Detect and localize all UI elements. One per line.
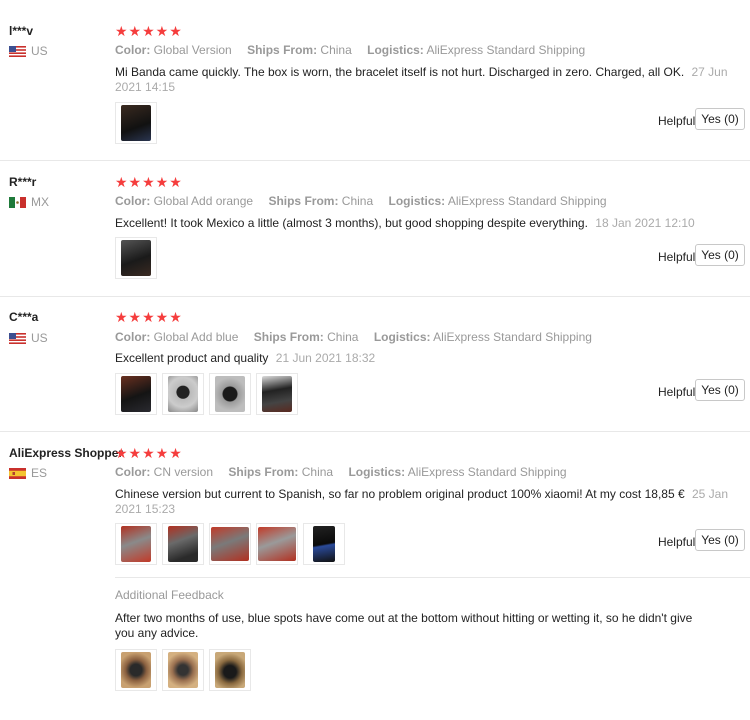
additional-feedback-text: After two months of use, blue spots have…	[115, 611, 695, 641]
ships-from-label: Ships From:	[268, 194, 339, 208]
country-code: US	[31, 44, 48, 58]
logistics-label: Logistics:	[367, 43, 424, 57]
review-photo[interactable]	[256, 523, 298, 565]
review-photo[interactable]	[209, 373, 251, 415]
review-date: 21 Jun 2021 18:32	[275, 351, 376, 365]
ships-from-label: Ships From:	[228, 465, 299, 479]
separator	[0, 160, 750, 161]
review-text: Mi Banda came quickly. The box is worn, …	[115, 65, 735, 95]
ships-from-value: China	[320, 43, 352, 57]
review-photo[interactable]	[256, 373, 298, 415]
review-photos	[115, 373, 298, 415]
reviewer-name: l***v	[9, 24, 34, 38]
review-date: 18 Jan 2021 12:10	[595, 216, 695, 230]
review-meta: Color: Global Add orange Ships From: Chi…	[115, 194, 607, 208]
review-photo[interactable]	[115, 649, 157, 691]
country-code: MX	[31, 195, 49, 209]
review-photos	[115, 237, 157, 279]
reviewer-name: C***a	[9, 310, 39, 324]
review-photo[interactable]	[209, 523, 251, 565]
country-code: US	[31, 331, 48, 345]
color-label: Color:	[115, 194, 151, 208]
review-photo[interactable]	[115, 237, 157, 279]
review-text: Chinese version but current to Spanish, …	[115, 487, 735, 517]
separator	[115, 577, 750, 578]
review-photo[interactable]	[162, 523, 204, 565]
logistics-value: AliExpress Standard Shipping	[447, 194, 607, 208]
ships-from-label: Ships From:	[253, 330, 324, 344]
us-flag-icon	[9, 45, 26, 57]
review-body: Mi Banda came quickly. The box is worn, …	[115, 65, 685, 79]
logistics-value: AliExpress Standard Shipping	[426, 43, 586, 57]
review-photo[interactable]	[162, 649, 204, 691]
review-meta: Color: Global Version Ships From: China …	[115, 43, 585, 57]
review-photo[interactable]	[115, 102, 157, 144]
ships-from-value: China	[327, 330, 359, 344]
ships-from-value: China	[301, 465, 334, 479]
color-value: Global Add orange	[153, 194, 254, 208]
review-text: Excellent product and quality 21 Jun 202…	[115, 351, 735, 366]
separator	[0, 431, 750, 432]
helpful-yes-button[interactable]: Yes (0)	[695, 108, 745, 130]
additional-feedback-photos	[115, 649, 251, 691]
logistics-label: Logistics:	[388, 194, 446, 208]
es-flag-icon	[9, 467, 26, 479]
logistics-label: Logistics:	[373, 330, 431, 344]
review-text: Excellent! It took Mexico a little (almo…	[115, 216, 735, 231]
star-rating: ★★★★★	[115, 23, 183, 39]
separator	[0, 296, 750, 297]
review-body: Excellent! It took Mexico a little (almo…	[115, 216, 588, 230]
logistics-value: AliExpress Standard Shipping	[433, 330, 592, 344]
color-value: Global Version	[153, 43, 232, 57]
reviewer-name: AliExpress Shopper	[9, 446, 124, 460]
review-photo[interactable]	[162, 373, 204, 415]
review-photo[interactable]	[209, 649, 251, 691]
review-body: Excellent product and quality	[115, 351, 269, 365]
review-meta: Color: CN version Ships From: China Logi…	[115, 465, 567, 479]
review-meta: Color: Global Add blue Ships From: China…	[115, 330, 592, 344]
color-value: CN version	[153, 465, 214, 479]
reviewer-country: US	[9, 331, 48, 345]
reviewer-country: ES	[9, 466, 47, 480]
ships-from-label: Ships From:	[247, 43, 318, 57]
logistics-value: AliExpress Standard Shipping	[407, 465, 567, 479]
reviewer-country: US	[9, 44, 48, 58]
helpful-yes-button[interactable]: Yes (0)	[695, 244, 745, 266]
country-code: ES	[31, 466, 48, 480]
helpful-yes-button[interactable]: Yes (0)	[695, 379, 745, 401]
ships-from-value: China	[341, 194, 374, 208]
star-rating: ★★★★★	[115, 309, 183, 325]
review-photo[interactable]	[115, 373, 157, 415]
review-photo[interactable]	[303, 523, 345, 565]
review-photo[interactable]	[115, 523, 157, 565]
reviewer-country: MX	[9, 195, 49, 209]
star-rating: ★★★★★	[115, 174, 183, 190]
star-rating: ★★★★★	[115, 445, 183, 461]
color-value: Global Add blue	[153, 330, 239, 344]
mx-flag-icon	[9, 196, 26, 208]
logistics-label: Logistics:	[348, 465, 406, 479]
color-label: Color:	[115, 330, 151, 344]
color-label: Color:	[115, 43, 151, 57]
color-label: Color:	[115, 465, 151, 479]
review-photos	[115, 523, 345, 565]
review-photos	[115, 102, 157, 144]
reviewer-name: R***r	[9, 175, 37, 189]
helpful-yes-button[interactable]: Yes (0)	[695, 529, 745, 551]
us-flag-icon	[9, 332, 26, 344]
review-body: Chinese version but current to Spanish, …	[115, 487, 685, 501]
additional-feedback-title: Additional Feedback	[115, 588, 224, 602]
additional-feedback-body: After two months of use, blue spots have…	[115, 611, 693, 640]
